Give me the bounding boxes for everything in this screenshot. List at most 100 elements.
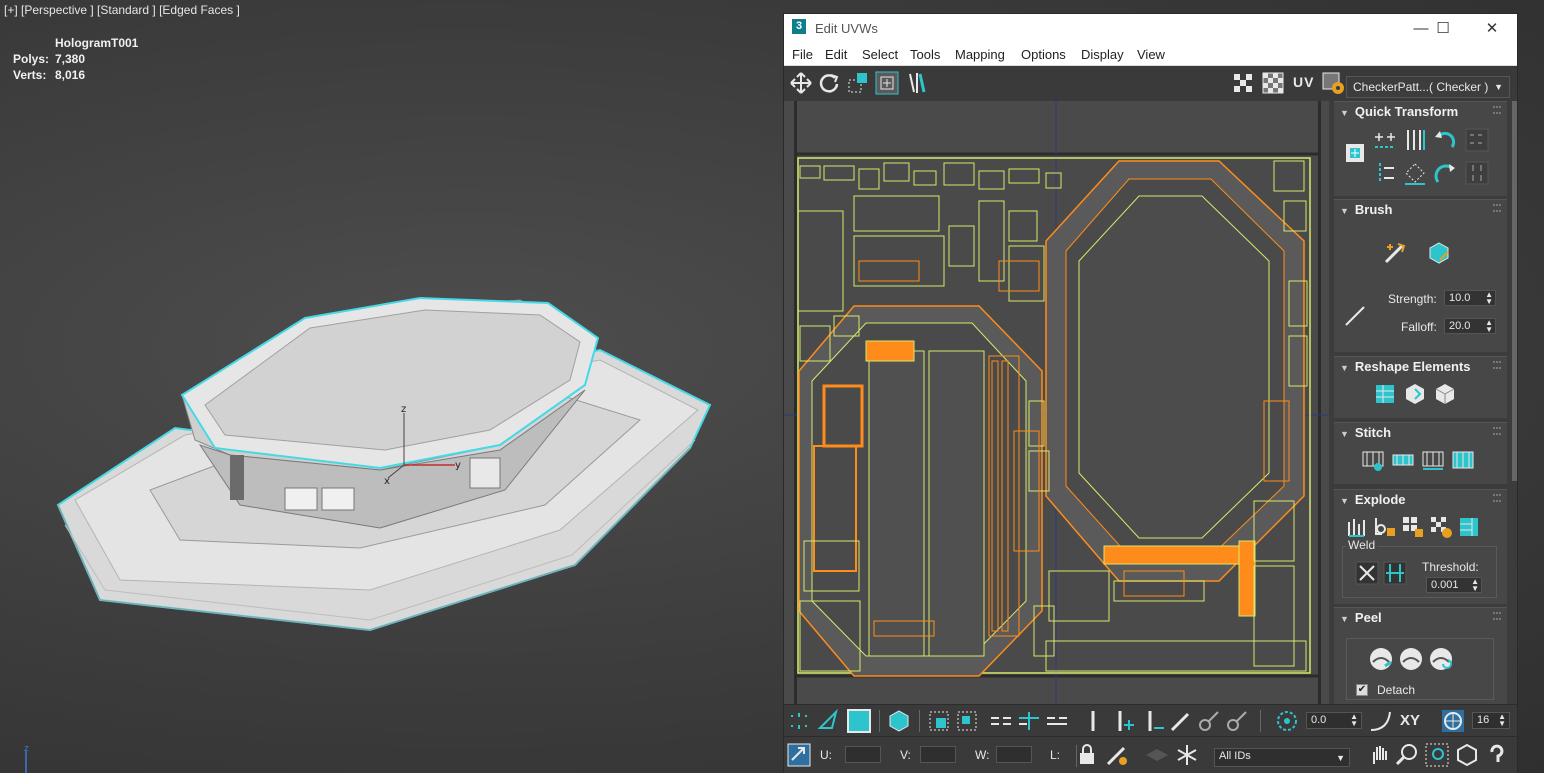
grid-snap-icon[interactable] xyxy=(1440,708,1466,734)
close-button[interactable]: ✕ xyxy=(1470,17,1514,41)
mirror-icon[interactable] xyxy=(904,70,930,96)
reset-peel-icon[interactable] xyxy=(1428,646,1454,672)
zoom-icon[interactable] xyxy=(1394,742,1420,768)
point-to-point-icon[interactable] xyxy=(1196,708,1222,734)
rotate-cw-icon[interactable] xyxy=(1432,160,1458,186)
u-field[interactable] xyxy=(845,746,881,763)
peel-title[interactable]: ▼ Peel xyxy=(1340,610,1382,625)
checker-pattern-icon[interactable] xyxy=(1260,70,1286,96)
align-horizontal-icon[interactable] xyxy=(1372,127,1398,153)
uv-layout[interactable] xyxy=(784,101,1329,704)
spinner-arrows-icon[interactable]: ▲ ▼ xyxy=(1471,578,1479,593)
zoom-extents-icon[interactable] xyxy=(1454,742,1480,768)
align-dashed-icon[interactable] xyxy=(1372,160,1398,186)
rotation-field[interactable]: 0.0 ▲ ▼ xyxy=(1306,712,1362,729)
zoom-region-icon[interactable] xyxy=(1424,742,1450,768)
spinner-arrows-icon[interactable]: ▲ ▼ xyxy=(1350,713,1358,728)
explode-title[interactable]: ▼ Explode xyxy=(1340,492,1406,507)
rollout-grip-icon[interactable] xyxy=(1493,612,1501,620)
pelt-map-icon[interactable] xyxy=(1398,646,1424,672)
menu-view[interactable]: View xyxy=(1137,47,1165,62)
weld-selected-icon[interactable] xyxy=(1354,560,1380,586)
quick-peel-icon[interactable] xyxy=(1368,646,1394,672)
xy-space-label[interactable]: XY xyxy=(1400,712,1420,729)
space-evenly-icon[interactable] xyxy=(1402,160,1428,186)
shrink-selection-icon[interactable] xyxy=(954,708,980,734)
rollout-grip-icon[interactable] xyxy=(1493,427,1501,435)
brush-title[interactable]: ▼ Brush xyxy=(1340,202,1392,217)
polygon-mode-icon[interactable] xyxy=(846,708,872,734)
menu-options[interactable]: Options xyxy=(1021,47,1066,62)
filter-selected-icon[interactable] xyxy=(1144,742,1170,768)
stitch-average-icon[interactable] xyxy=(1420,447,1446,473)
menu-file[interactable]: File xyxy=(792,47,813,62)
break-by-smoothing-icon[interactable] xyxy=(1344,514,1370,540)
relax-settings-icon[interactable] xyxy=(1432,381,1458,407)
align-vertical-icon[interactable] xyxy=(1402,127,1428,153)
point-to-point-settings-icon[interactable] xyxy=(1224,708,1250,734)
spinner-arrows-icon[interactable]: ▲ ▼ xyxy=(1485,319,1493,334)
shrink-loop-icon[interactable] xyxy=(1140,708,1166,734)
flatten-by-polygon-icon[interactable] xyxy=(1400,514,1426,540)
quick-transform-title[interactable]: ▼ Quick Transform xyxy=(1340,104,1458,119)
snap-vertical-icon[interactable] xyxy=(1464,160,1490,186)
v-field[interactable] xyxy=(920,746,956,763)
menu-tools[interactable]: Tools xyxy=(910,47,940,62)
stitch-source-icon[interactable] xyxy=(1450,447,1476,473)
edit-uvws-window[interactable]: 3 Edit UVWs — ☐ ✕ File Edit Select Tools… xyxy=(783,13,1518,773)
break-edges-icon[interactable] xyxy=(1456,514,1482,540)
loop-icon[interactable] xyxy=(1080,708,1106,734)
relax-icon[interactable] xyxy=(1402,381,1428,407)
move-icon[interactable] xyxy=(788,70,814,96)
vertex-mode-icon[interactable] xyxy=(786,708,812,734)
shrink-ring-icon[interactable] xyxy=(1044,708,1070,734)
title-bar[interactable]: 3 Edit UVWs — ☐ ✕ xyxy=(784,14,1517,44)
center-pivot-icon[interactable] xyxy=(1342,140,1368,166)
straighten-icon[interactable] xyxy=(1372,381,1398,407)
stitch-target-icon[interactable] xyxy=(1390,447,1416,473)
grid-size-field[interactable]: 16 ▲ ▼ xyxy=(1472,712,1510,729)
falloff-curve-icon[interactable] xyxy=(1368,708,1394,734)
rollout-grip-icon[interactable] xyxy=(1493,106,1501,114)
threshold-spinner[interactable]: 0.001 ▲ ▼ xyxy=(1426,577,1482,593)
rollout-grip-icon[interactable] xyxy=(1493,494,1501,502)
spinner-arrows-icon[interactable]: ▲ ▼ xyxy=(1485,291,1493,306)
paint-move-icon[interactable] xyxy=(1382,240,1408,266)
freeze-icon[interactable] xyxy=(1174,742,1200,768)
break-by-material-icon[interactable] xyxy=(1372,514,1398,540)
pan-icon[interactable] xyxy=(1366,742,1392,768)
uv-toggle-label[interactable]: UV xyxy=(1293,74,1314,90)
snap-grid-icon[interactable] xyxy=(1464,127,1490,153)
rotate-ccw-icon[interactable] xyxy=(1432,127,1458,153)
soft-selection-icon[interactable] xyxy=(1274,708,1300,734)
element-mode-icon[interactable] xyxy=(886,708,912,734)
detach-checkbox[interactable]: ✔ xyxy=(1356,684,1368,696)
hologram-model[interactable]: z y x xyxy=(0,0,783,773)
menu-display[interactable]: Display xyxy=(1081,47,1124,62)
paint-select-icon[interactable] xyxy=(1168,708,1194,734)
freeform-icon[interactable] xyxy=(874,70,900,96)
menu-edit[interactable]: Edit xyxy=(825,47,847,62)
checker-settings-icon[interactable] xyxy=(1320,70,1346,96)
maximize-button[interactable]: ☐ xyxy=(1421,17,1465,41)
rollout-grip-icon[interactable] xyxy=(1493,204,1501,212)
falloff-spinner[interactable]: 20.0 ▲ ▼ xyxy=(1444,318,1496,334)
rollout-grip-icon[interactable] xyxy=(1493,361,1501,369)
menu-select[interactable]: Select xyxy=(862,47,898,62)
brush-falloff-icon[interactable] xyxy=(1342,303,1368,329)
grow-ring-icon[interactable] xyxy=(1016,708,1042,734)
reshape-elements-title[interactable]: ▼ Reshape Elements xyxy=(1340,359,1471,374)
checker-pattern-dropdown[interactable]: CheckerPatt...( Checker ) ▼ xyxy=(1346,76,1510,98)
absolute-offset-icon[interactable] xyxy=(786,742,812,768)
w-field[interactable] xyxy=(996,746,1032,763)
flatten-by-smoothing-icon[interactable] xyxy=(1428,514,1454,540)
stitch-title[interactable]: ▼ Stitch xyxy=(1340,425,1391,440)
grow-loop-icon[interactable] xyxy=(1110,708,1136,734)
rotate-icon[interactable] xyxy=(816,70,842,96)
uv-editor-canvas[interactable] xyxy=(784,101,1329,704)
lock-icon[interactable] xyxy=(1074,742,1100,768)
menu-mapping[interactable]: Mapping xyxy=(955,47,1005,62)
edge-mode-icon[interactable] xyxy=(816,708,842,734)
grow-selection-icon[interactable] xyxy=(926,708,952,734)
stitch-custom-icon[interactable] xyxy=(1360,447,1386,473)
